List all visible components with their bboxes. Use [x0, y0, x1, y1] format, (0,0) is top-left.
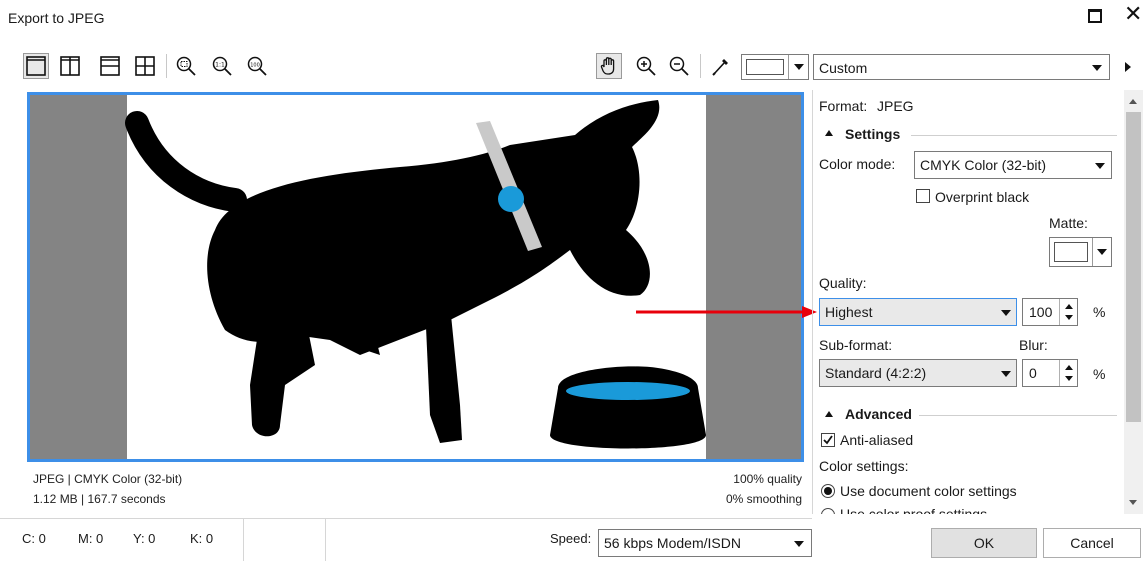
- zoom-in-icon[interactable]: [634, 54, 658, 78]
- color-settings-label: Color settings:: [819, 458, 909, 474]
- side-by-side-view-icon[interactable]: [58, 54, 82, 78]
- pan-hand-icon[interactable]: [596, 53, 622, 79]
- color-mode-label: Color mode:: [819, 156, 896, 172]
- quality-unit: %: [1093, 304, 1106, 320]
- zoom-actual-icon[interactable]: 1:1: [210, 54, 234, 78]
- chevron-down-icon: [1092, 65, 1102, 71]
- overprint-black-checkbox[interactable]: [916, 189, 930, 203]
- svg-text:1:1: 1:1: [215, 62, 225, 69]
- color-swatch-icon: [746, 59, 784, 75]
- quality-number-value: 100: [1029, 304, 1053, 320]
- stepper-buttons[interactable]: [1059, 360, 1077, 386]
- size-info: 1.12 MB | 167.7 seconds: [33, 492, 166, 506]
- use-proof-label: Use color proof settings: [840, 506, 988, 514]
- expand-panel-icon[interactable]: [1125, 62, 1131, 72]
- preset-dropdown[interactable]: Custom: [813, 54, 1110, 80]
- magenta-value: M: 0: [78, 531, 104, 546]
- title-bar: Export to JPEG ✕: [0, 0, 1143, 36]
- anti-aliased-label: Anti-aliased: [840, 432, 914, 448]
- quality-label: Quality:: [819, 275, 867, 291]
- smoothing-info: 0% smoothing: [725, 492, 802, 506]
- collapse-advanced-icon[interactable]: [825, 411, 833, 417]
- cyan-value: C: 0: [22, 531, 46, 546]
- matte-label: Matte:: [1049, 215, 1088, 231]
- blur-value: 0: [1029, 365, 1037, 381]
- format-value: JPEG: [877, 98, 914, 114]
- blur-unit: %: [1093, 366, 1106, 382]
- image-preview[interactable]: [27, 92, 804, 462]
- panel-scrollbar[interactable]: [1124, 90, 1143, 514]
- chevron-down-icon: [794, 541, 804, 547]
- ok-button[interactable]: OK: [931, 528, 1037, 558]
- use-proof-radio[interactable]: [821, 508, 835, 514]
- advanced-section-title: Advanced: [845, 406, 912, 422]
- speed-value: 56 kbps Modem/ISDN: [604, 535, 741, 551]
- use-document-radio[interactable]: [821, 484, 835, 498]
- red-arrow-annotation: [636, 306, 817, 318]
- chevron-down-icon: [1095, 163, 1105, 169]
- overprint-black-label: Overprint black: [935, 189, 1030, 205]
- subformat-value: Standard (4:2:2): [825, 365, 927, 381]
- matte-color-swatch[interactable]: [741, 54, 809, 80]
- color-mode-value: CMYK Color (32-bit): [920, 157, 1047, 173]
- scroll-up-icon[interactable]: [1129, 99, 1137, 104]
- subformat-label: Sub-format:: [819, 337, 893, 353]
- speed-dropdown[interactable]: 56 kbps Modem/ISDN: [598, 529, 812, 557]
- quality-info: 100% quality: [733, 472, 802, 486]
- use-document-label: Use document color settings: [840, 483, 1017, 499]
- window-title: Export to JPEG: [8, 10, 105, 26]
- settings-panel: Format: JPEG Settings Color mode: CMYK C…: [812, 90, 1143, 514]
- zoom-fit-icon[interactable]: [174, 54, 198, 78]
- color-swatch-icon: [1054, 242, 1088, 262]
- blur-label: Blur:: [1019, 337, 1048, 353]
- anti-aliased-checkbox[interactable]: [821, 433, 835, 447]
- scrollbar-thumb[interactable]: [1126, 112, 1141, 422]
- status-separator: [243, 519, 244, 561]
- quality-number-stepper[interactable]: 100: [1022, 298, 1078, 326]
- quality-dropdown[interactable]: Highest: [819, 298, 1017, 326]
- blur-stepper[interactable]: 0: [1022, 359, 1078, 387]
- toolbar-separator: [700, 54, 701, 78]
- dog-illustration: [125, 100, 706, 449]
- matte-swatch[interactable]: [1049, 237, 1112, 267]
- zoom-100-label: 100: [250, 62, 260, 68]
- zoom-out-icon[interactable]: [667, 54, 691, 78]
- scroll-down-icon[interactable]: [1129, 500, 1137, 505]
- black-value: K: 0: [190, 531, 214, 546]
- collapse-settings-icon[interactable]: [825, 130, 833, 136]
- chevron-down-icon: [1001, 310, 1011, 316]
- chevron-down-icon: [788, 55, 808, 79]
- eyedropper-icon[interactable]: [709, 54, 733, 78]
- chevron-down-icon: [1092, 238, 1111, 266]
- section-divider: [919, 415, 1117, 416]
- stacked-view-icon[interactable]: [98, 54, 122, 78]
- stepper-buttons[interactable]: [1059, 299, 1077, 325]
- section-divider: [911, 135, 1117, 136]
- cancel-button[interactable]: Cancel: [1043, 528, 1141, 558]
- preset-value: Custom: [819, 60, 868, 76]
- speed-label: Speed:: [550, 531, 592, 546]
- format-info: JPEG | CMYK Color (32-bit): [33, 472, 183, 486]
- toolbar-separator: [166, 54, 167, 78]
- maximize-button[interactable]: [1088, 9, 1102, 23]
- status-separator: [325, 519, 326, 561]
- chevron-down-icon: [1001, 371, 1011, 377]
- close-button[interactable]: ✕: [1124, 3, 1142, 25]
- color-mode-dropdown[interactable]: CMYK Color (32-bit): [914, 151, 1112, 179]
- subformat-dropdown[interactable]: Standard (4:2:2): [819, 359, 1017, 387]
- settings-section-title: Settings: [845, 126, 901, 142]
- yellow-value: Y: 0: [133, 531, 156, 546]
- single-view-icon[interactable]: [23, 53, 49, 79]
- zoom-100-icon[interactable]: 100: [245, 54, 269, 78]
- checkmark-icon: [823, 435, 833, 445]
- quality-value: Highest: [825, 304, 873, 320]
- format-label: Format:: [819, 98, 868, 114]
- quad-view-icon[interactable]: [133, 54, 157, 78]
